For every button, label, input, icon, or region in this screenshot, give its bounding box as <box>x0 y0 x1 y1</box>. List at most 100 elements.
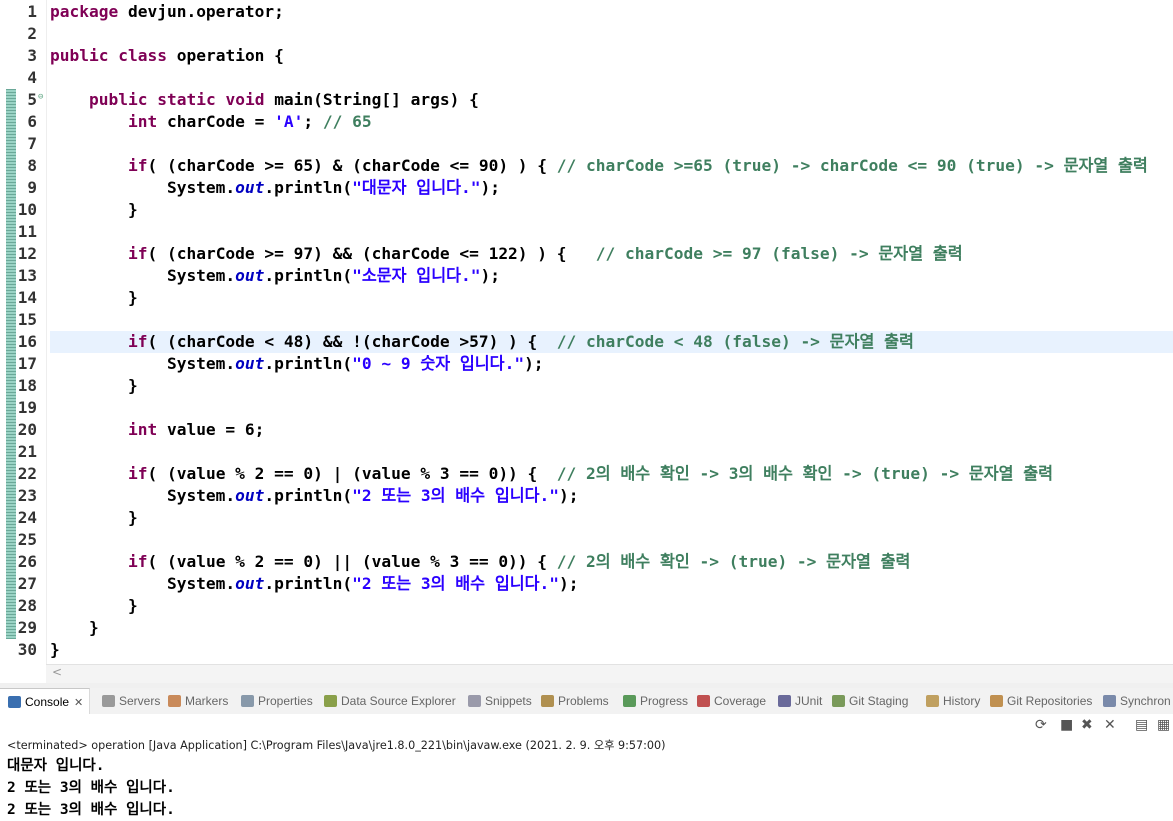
tab-data-source-explorer[interactable]: Data Source Explorer <box>324 688 456 714</box>
code-line[interactable]: System.out.println("2 또는 3의 배수 입니다."); <box>50 485 1173 507</box>
console-icon <box>8 696 21 708</box>
line-number: 3 <box>27 46 37 65</box>
line-number-gutter: 1 2 3 4 5 6 7 8 9 10 11 12 13 14 15 16 17 18 19 20 21 22 23 24 2… <box>0 0 46 664</box>
snippets-icon <box>468 695 481 707</box>
code-token: System. <box>50 354 236 373</box>
code-token: value = 6; <box>166 420 265 439</box>
code-token: .println( <box>264 178 353 197</box>
code-line[interactable]: public static void main(String[] args) { <box>50 89 1173 111</box>
code-token: static <box>157 90 226 109</box>
line-number: 14 <box>17 288 37 307</box>
code-line[interactable]: public class operation { <box>50 45 1173 67</box>
code-line[interactable]: if( (charCode >= 97) && (charCode <= 122… <box>50 243 1173 265</box>
code-line[interactable]: int value = 6; <box>50 419 1173 441</box>
code-line[interactable]: if( (value % 2 == 0) | (value % 3 == 0))… <box>50 463 1173 485</box>
clear-console-icon[interactable]: ▤ <box>1135 717 1148 733</box>
tab-git-repositories[interactable]: Git Repositories <box>990 688 1092 714</box>
remove-all-icon[interactable]: ✖ <box>1081 717 1093 733</box>
tab-label: Servers <box>119 694 161 708</box>
code-token: charCode = <box>166 112 275 131</box>
code-line[interactable] <box>50 529 1173 551</box>
line-number: 19 <box>17 398 37 417</box>
code-line[interactable]: } <box>50 287 1173 309</box>
code-line[interactable] <box>50 67 1173 89</box>
console-status: <terminated> operation [Java Application… <box>7 739 666 752</box>
code-line[interactable]: } <box>50 199 1173 221</box>
tab-git-staging[interactable]: Git Staging <box>832 688 908 714</box>
tab-problems[interactable]: Problems <box>541 688 609 714</box>
line-number: 23 <box>17 486 37 505</box>
code-line[interactable] <box>50 221 1173 243</box>
code-token: } <box>50 596 138 615</box>
close-tab-icon[interactable]: ✕ <box>74 697 83 709</box>
history-icon <box>926 695 939 707</box>
code-token: if <box>127 244 148 263</box>
tab-properties[interactable]: Properties <box>241 688 313 714</box>
tab-synchron[interactable]: Synchron <box>1103 688 1171 714</box>
remove-launch-icon[interactable]: ⟳ <box>1035 717 1047 733</box>
code-line[interactable] <box>50 23 1173 45</box>
tab-coverage[interactable]: Coverage <box>697 688 766 714</box>
line-number: 6 <box>27 112 37 131</box>
code-line[interactable]: package devjun.operator; <box>50 1 1173 23</box>
code-line[interactable]: } <box>50 595 1173 617</box>
code-line[interactable]: } <box>50 617 1173 639</box>
code-line[interactable]: System.out.println("소문자 입니다."); <box>50 265 1173 287</box>
terminate-icon[interactable]: ■ <box>1060 717 1073 733</box>
line-number: 20 <box>17 420 37 439</box>
tab-junit[interactable]: JUnit <box>778 688 822 714</box>
code-line[interactable]: int charCode = 'A'; // 65 <box>50 111 1173 133</box>
code-line[interactable]: } <box>50 375 1173 397</box>
close-all-icon[interactable]: ✕ <box>1104 717 1116 733</box>
tab-servers[interactable]: Servers <box>102 688 160 714</box>
line-number: 8 <box>27 156 37 175</box>
tab-label: JUnit <box>795 694 823 708</box>
code-token: ); <box>480 266 500 285</box>
console-toolbar: ⟳ ■ ✖ ✕ ▤ ▦ <box>0 714 1173 736</box>
code-token: // 2의 배수 확인 -> (true) -> 문자열 출력 <box>556 552 911 571</box>
code-line[interactable]: } <box>50 507 1173 529</box>
horizontal-scrollbar[interactable]: < <box>46 664 1173 683</box>
code-token: out <box>235 266 265 285</box>
code-line[interactable]: if( (value % 2 == 0) || (value % 3 == 0)… <box>50 551 1173 573</box>
code-editor[interactable]: 1 2 3 4 5 6 7 8 9 10 11 12 13 14 15 16 17 18 19 20 21 22 23 24 2… <box>0 0 1173 664</box>
tab-progress[interactable]: Progress <box>623 688 688 714</box>
code-token: System. <box>50 574 236 593</box>
code-line[interactable]: } <box>50 639 1173 661</box>
fold-collapse-icon[interactable]: ⊖ <box>38 92 43 102</box>
code-line[interactable] <box>50 397 1173 419</box>
line-number: 18 <box>17 376 37 395</box>
bottom-panel-tabs: Console ✕ Servers Markers Properties Data Sou… <box>0 688 1173 715</box>
tab-label: Git Staging <box>849 694 909 708</box>
code-line[interactable]: if( (charCode < 48) && !(charCode >57) )… <box>50 331 1173 353</box>
tab-label: Synchron <box>1120 694 1171 708</box>
git-staging-icon <box>832 695 845 707</box>
line-number: 30 <box>17 640 37 659</box>
tab-history[interactable]: History <box>926 688 980 714</box>
code-line[interactable]: System.out.println("2 또는 3의 배수 입니다."); <box>50 573 1173 595</box>
tab-console[interactable]: Console ✕ <box>0 688 91 714</box>
code-line[interactable] <box>50 309 1173 331</box>
code-line[interactable] <box>50 441 1173 463</box>
code-token: // charCode >= 97 (false) -> 문자열 출력 <box>595 244 963 263</box>
tab-markers[interactable]: Markers <box>168 688 228 714</box>
code-token: // 2의 배수 확인 -> 3의 배수 확인 -> (true) -> 문자열… <box>556 464 1054 483</box>
code-token: // charCode >=65 (true) -> charCode <= 9… <box>556 156 1148 175</box>
code-token: out <box>235 178 265 197</box>
progress-icon <box>623 695 636 707</box>
scroll-left-icon[interactable]: < <box>52 665 62 679</box>
tab-snippets[interactable]: Snippets <box>468 688 532 714</box>
code-token: ); <box>559 486 579 505</box>
code-token: ); <box>480 178 500 197</box>
scroll-lock-icon[interactable]: ▦ <box>1157 717 1170 733</box>
code-line[interactable] <box>50 133 1173 155</box>
code-line[interactable]: System.out.println("0 ~ 9 숫자 입니다."); <box>50 353 1173 375</box>
code-line[interactable]: System.out.println("대문자 입니다."); <box>50 177 1173 199</box>
code-token: // 65 <box>322 112 372 131</box>
code-token: out <box>235 354 265 373</box>
git-repositories-icon <box>990 695 1003 707</box>
console-output[interactable]: 대문자 입니다. 2 또는 3의 배수 입니다. 2 또는 3의 배수 입니다. <box>7 755 175 821</box>
coverage-icon <box>697 695 710 707</box>
code-line[interactable]: if( (charCode >= 65) & (charCode <= 90) … <box>50 155 1173 177</box>
